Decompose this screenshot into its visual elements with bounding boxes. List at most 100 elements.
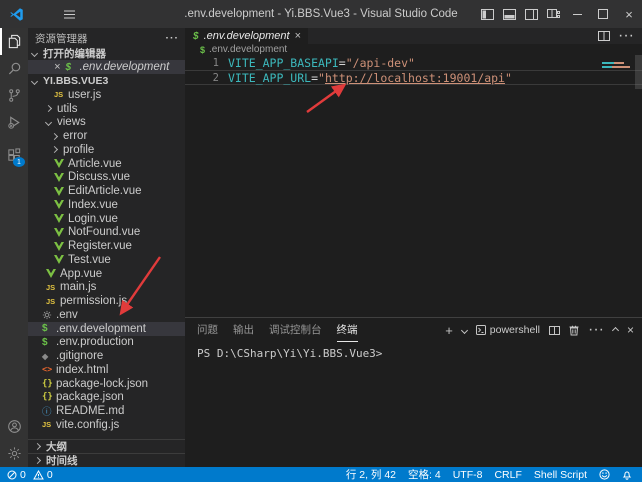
close-window-button[interactable]: × bbox=[616, 0, 642, 28]
feedback-icon[interactable] bbox=[599, 469, 610, 480]
tree-item-label: NotFound.vue bbox=[68, 226, 140, 238]
tree-item-profile[interactable]: profile bbox=[28, 143, 185, 157]
tree-item-main.js[interactable]: JSmain.js bbox=[28, 281, 185, 295]
toggle-sidebar-icon[interactable] bbox=[476, 0, 498, 28]
panel-tab-问题[interactable]: 问题 bbox=[197, 318, 218, 342]
readme-icon: ⓘ bbox=[42, 404, 56, 418]
close-icon[interactable]: × bbox=[54, 62, 60, 73]
tree-item-error[interactable]: error bbox=[28, 129, 185, 143]
source-control-icon[interactable] bbox=[0, 82, 28, 109]
problems-status[interactable]: 0 0 bbox=[0, 469, 53, 481]
settings-gear-icon[interactable] bbox=[0, 440, 28, 467]
tree-item-.env.production[interactable]: $.env.production bbox=[28, 336, 185, 350]
split-editor-icon[interactable] bbox=[598, 31, 610, 41]
git-ignore-icon: ◆ bbox=[42, 352, 56, 361]
search-icon[interactable] bbox=[0, 55, 28, 82]
account-icon[interactable] bbox=[0, 413, 28, 440]
tree-item-Article.vue[interactable]: Article.vue bbox=[28, 157, 185, 171]
vue-icon bbox=[54, 242, 68, 251]
editor-scrollbar[interactable] bbox=[635, 55, 642, 89]
tree-item-package.json[interactable]: {}package.json bbox=[28, 391, 185, 405]
tree-item-permission.js[interactable]: JSpermission.js bbox=[28, 294, 185, 308]
chevron-right-icon bbox=[51, 146, 58, 153]
tree-item-index.html[interactable]: <>index.html bbox=[28, 363, 185, 377]
status-item[interactable]: UTF-8 bbox=[453, 467, 483, 482]
customize-layout-icon[interactable] bbox=[542, 0, 564, 28]
editor-more-actions-icon[interactable]: ··· bbox=[618, 27, 634, 45]
tree-item-.env[interactable]: .env bbox=[28, 308, 185, 322]
warning-count: 0 bbox=[47, 469, 53, 481]
tree-item-views[interactable]: views bbox=[28, 116, 185, 130]
tree-item-label: main.js bbox=[60, 281, 96, 293]
explorer-more-actions-icon[interactable]: ··· bbox=[166, 32, 180, 44]
maximize-panel-icon[interactable] bbox=[612, 326, 619, 333]
shell-icon: $ bbox=[200, 45, 205, 55]
menu-hamburger-icon[interactable] bbox=[64, 10, 75, 19]
tree-item-label: user.js bbox=[68, 89, 101, 101]
kill-terminal-icon[interactable] bbox=[569, 325, 579, 336]
maximize-button[interactable] bbox=[590, 0, 616, 28]
run-debug-icon[interactable] bbox=[0, 109, 28, 136]
code-editor[interactable]: 1VITE_APP_BASEAPI="/api-dev"2VITE_APP_UR… bbox=[185, 55, 642, 317]
panel-tab-调试控制台[interactable]: 调试控制台 bbox=[269, 318, 322, 342]
explorer-icon[interactable] bbox=[0, 28, 28, 55]
new-terminal-icon[interactable]: + bbox=[445, 324, 453, 337]
minimap-line bbox=[602, 62, 624, 64]
line-number: 2 bbox=[185, 72, 228, 84]
tree-item-EditArticle.vue[interactable]: EditArticle.vue bbox=[28, 184, 185, 198]
tree-item-.gitignore[interactable]: ◆.gitignore bbox=[28, 349, 185, 363]
vue-icon bbox=[54, 200, 68, 209]
tree-item-label: Test.vue bbox=[68, 254, 111, 266]
tree-item-.env.development[interactable]: $.env.development bbox=[28, 322, 185, 336]
outline-section[interactable]: 大纲 bbox=[28, 439, 185, 453]
tree-item-README.md[interactable]: ⓘREADME.md bbox=[28, 404, 185, 418]
panel-tab-终端[interactable]: 终端 bbox=[337, 318, 358, 342]
tree-item-App.vue[interactable]: App.vue bbox=[28, 267, 185, 281]
timeline-section[interactable]: 时间线 bbox=[28, 453, 185, 467]
project-root-header[interactable]: YI.BBS.VUE3 bbox=[28, 74, 185, 88]
shell-icon: $ bbox=[42, 337, 56, 348]
terminal-prompt: PS D:\CSharp\Yi\Yi.BBS.Vue3> bbox=[197, 347, 382, 360]
breadcrumb[interactable]: $ .env.development bbox=[185, 44, 642, 55]
open-editor-item[interactable]: × $ .env.development bbox=[28, 60, 185, 74]
tree-item-Register.vue[interactable]: Register.vue bbox=[28, 239, 185, 253]
tree-item-utils[interactable]: utils bbox=[28, 102, 185, 116]
tree-item-NotFound.vue[interactable]: NotFound.vue bbox=[28, 226, 185, 240]
terminal-dropdown-icon[interactable] bbox=[461, 326, 468, 333]
terminal-content[interactable]: PS D:\CSharp\Yi\Yi.BBS.Vue3> bbox=[185, 342, 642, 467]
close-panel-icon[interactable]: × bbox=[627, 323, 634, 337]
tree-item-Discuss.vue[interactable]: Discuss.vue bbox=[28, 171, 185, 185]
close-tab-icon[interactable]: × bbox=[295, 30, 301, 42]
tab-env-development[interactable]: $ .env.development × bbox=[185, 28, 308, 44]
code-line-2[interactable]: 2VITE_APP_URL="http://localhost:19001/ap… bbox=[185, 70, 642, 85]
terminal-profile-button[interactable]: powershell bbox=[476, 324, 540, 336]
panel-more-actions-icon[interactable]: ··· bbox=[588, 321, 604, 339]
tree-item-user.js[interactable]: JSuser.js bbox=[28, 88, 185, 102]
minimize-button[interactable] bbox=[564, 0, 590, 28]
toggle-panel-icon[interactable] bbox=[498, 0, 520, 28]
open-editors-header[interactable]: 打开的编辑器 bbox=[28, 46, 185, 60]
tree-item-Index.vue[interactable]: Index.vue bbox=[28, 198, 185, 212]
code-line-1[interactable]: 1VITE_APP_BASEAPI="/api-dev" bbox=[185, 55, 642, 70]
status-item[interactable]: CRLF bbox=[494, 467, 521, 482]
tree-item-label: Login.vue bbox=[68, 213, 118, 225]
tree-item-Login.vue[interactable]: Login.vue bbox=[28, 212, 185, 226]
minimap[interactable] bbox=[602, 62, 632, 70]
bell-icon[interactable] bbox=[622, 469, 632, 480]
extensions-icon[interactable]: 1 bbox=[0, 142, 28, 169]
tree-item-Test.vue[interactable]: Test.vue bbox=[28, 253, 185, 267]
line-number: 1 bbox=[185, 57, 228, 69]
status-item[interactable]: 空格: 4 bbox=[408, 467, 441, 482]
tree-item-vite.config.js[interactable]: JSvite.config.js bbox=[28, 418, 185, 432]
status-item[interactable]: Shell Script bbox=[534, 467, 587, 482]
tree-item-label: error bbox=[63, 130, 87, 142]
toggle-secondary-sidebar-icon[interactable] bbox=[520, 0, 542, 28]
code-token: VITE_APP_BASEAPI bbox=[228, 56, 339, 70]
status-item[interactable]: 行 2, 列 42 bbox=[346, 467, 396, 482]
vue-icon bbox=[54, 159, 68, 168]
js-icon: JS bbox=[42, 420, 56, 429]
panel-tab-输出[interactable]: 输出 bbox=[233, 318, 254, 342]
split-terminal-icon[interactable] bbox=[549, 326, 560, 335]
tree-item-package-lock.json[interactable]: {}package-lock.json bbox=[28, 377, 185, 391]
tree-item-label: EditArticle.vue bbox=[68, 185, 142, 197]
